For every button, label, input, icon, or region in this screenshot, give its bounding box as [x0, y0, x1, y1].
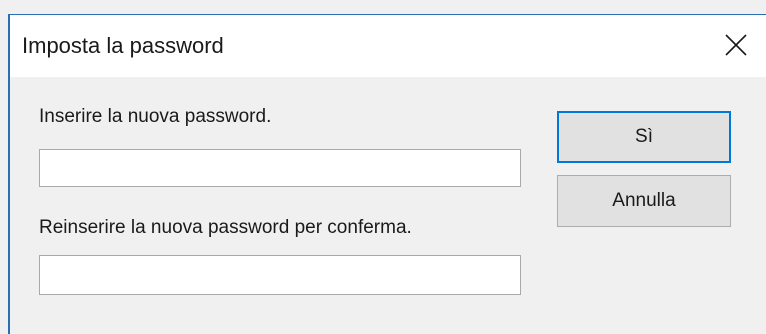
cancel-button[interactable]: Annulla	[557, 175, 731, 227]
new-password-field[interactable]	[39, 149, 521, 187]
dialog-body: Inserire la nuova password. Reinserire l…	[10, 77, 766, 334]
ok-button[interactable]: Sì	[557, 111, 731, 163]
password-dialog: Imposta la password Inserire la nuova pa…	[0, 0, 766, 334]
dialog-title: Imposta la password	[22, 33, 224, 58]
confirm-password-label: Reinserire la nuova password per conferm…	[39, 217, 412, 238]
close-icon	[725, 34, 747, 56]
title-bar[interactable]: Imposta la password	[10, 15, 766, 77]
confirm-password-field[interactable]	[39, 255, 521, 295]
new-password-label: Inserire la nuova password.	[39, 106, 272, 127]
close-button[interactable]	[706, 15, 766, 77]
